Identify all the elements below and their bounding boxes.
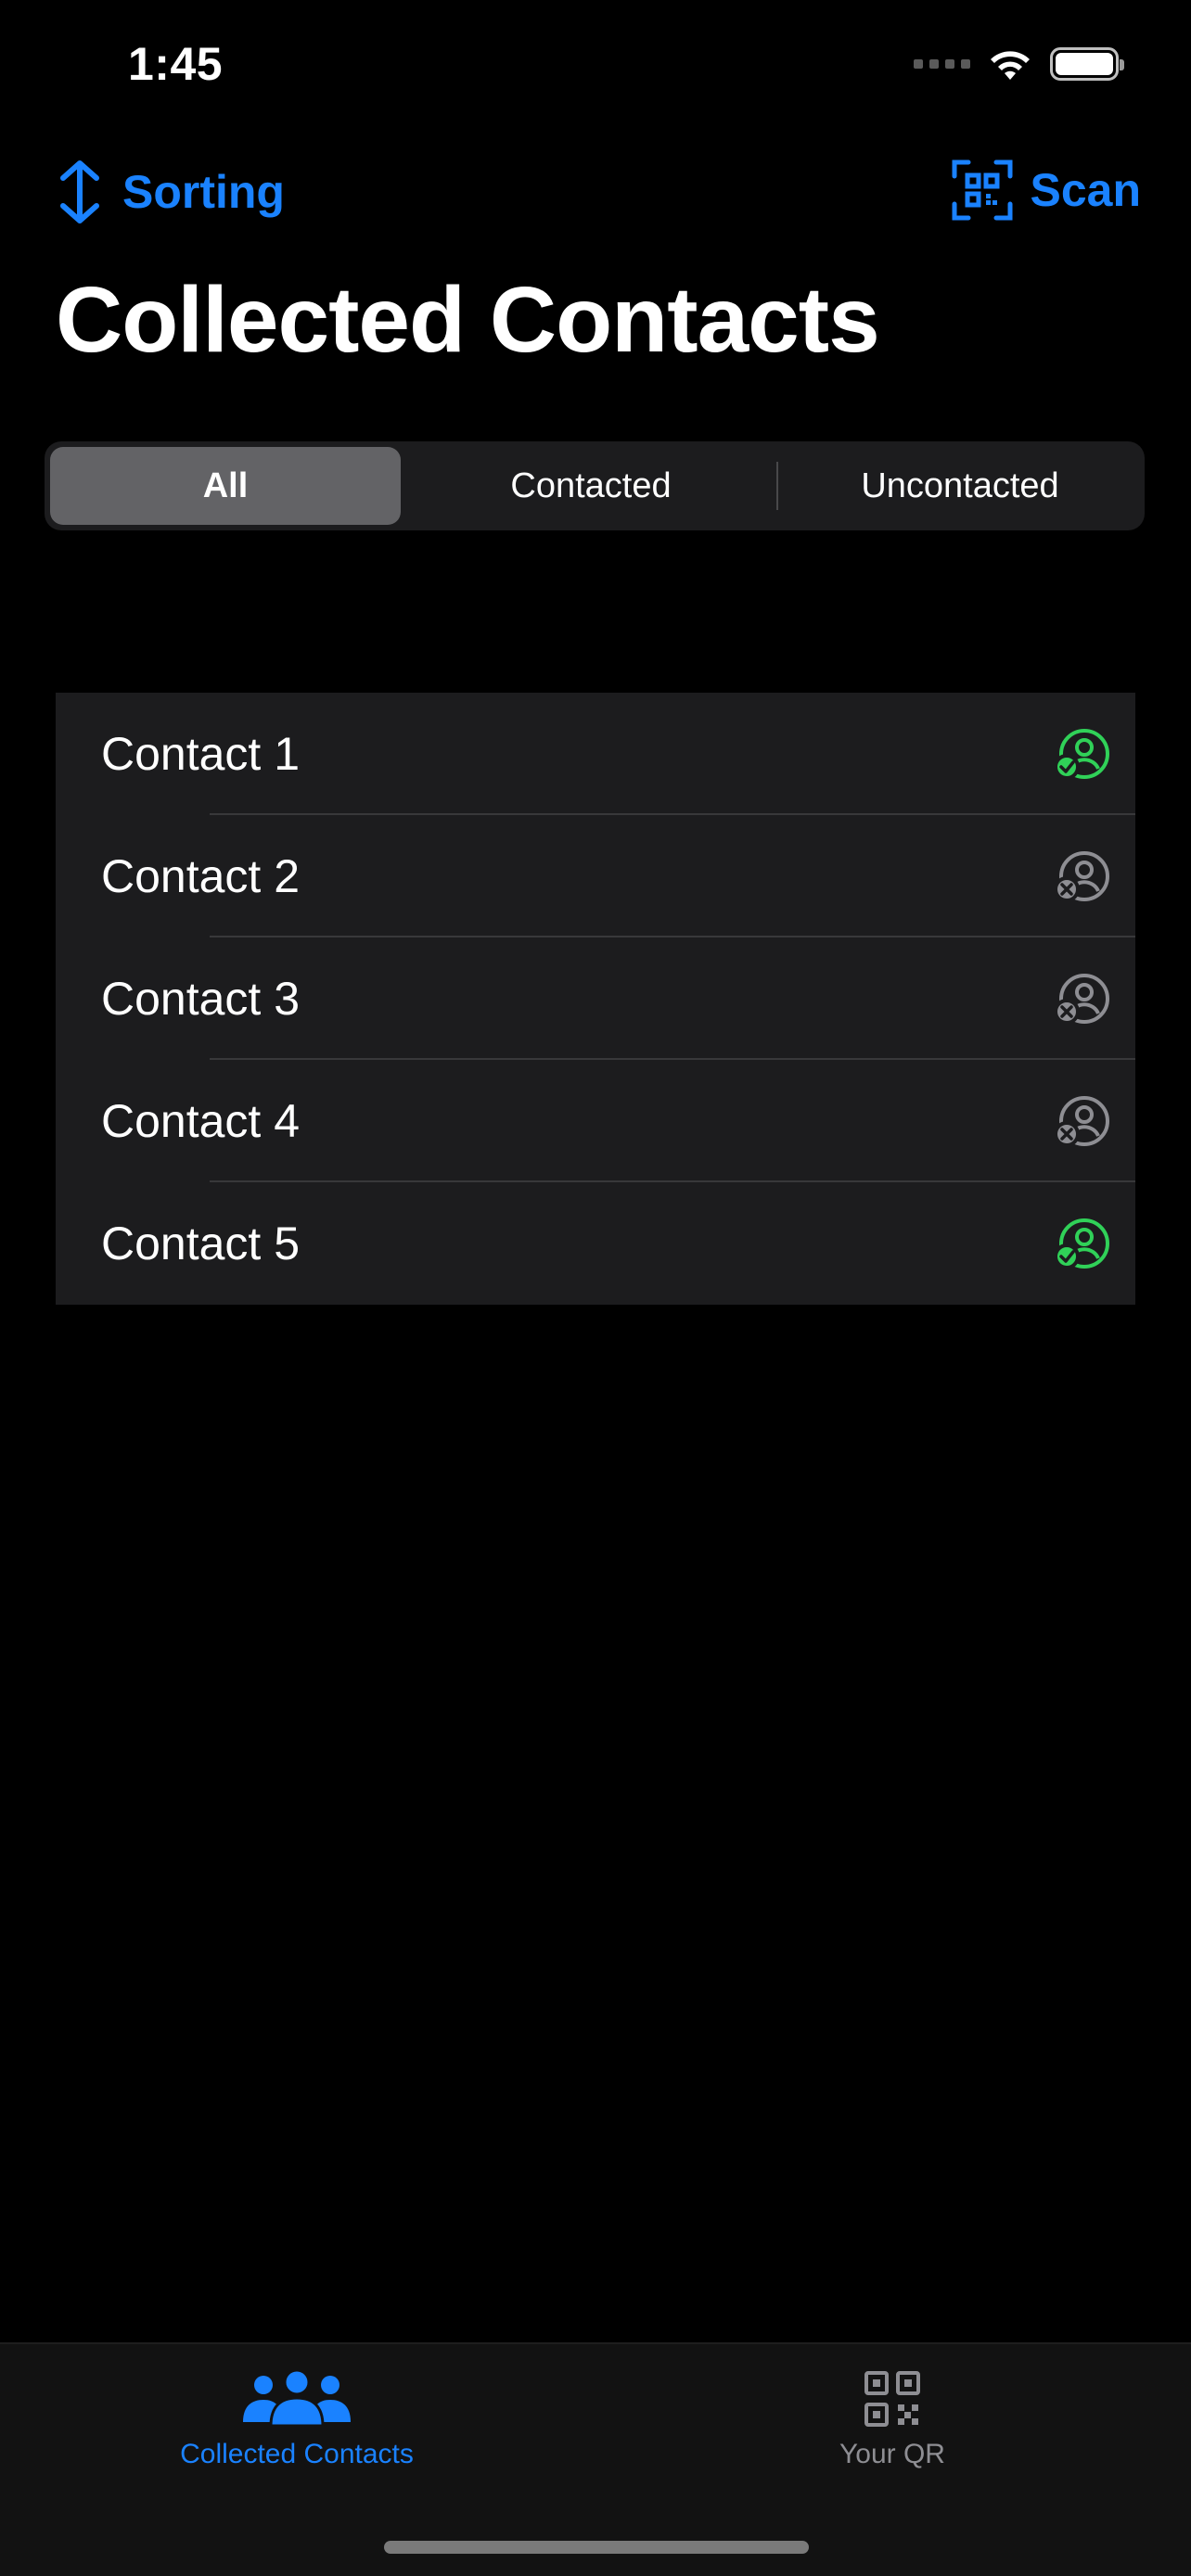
segment-contacted[interactable]: Contacted [401, 447, 781, 525]
tab-collected-contacts[interactable]: Collected Contacts [148, 2370, 445, 2470]
tab-your-qr[interactable]: Your QR [800, 2370, 985, 2470]
home-indicator [384, 2541, 809, 2554]
contact-name: Contact 1 [101, 728, 301, 780]
status-time: 1:45 [128, 38, 224, 90]
status-bar: 1:45 [0, 0, 1191, 130]
battery-icon [1050, 47, 1124, 81]
uncontacted-x-icon [1054, 974, 1109, 1025]
contact-name: Contact 3 [101, 973, 301, 1025]
navigation-bar: Sorting Scan [0, 148, 1191, 241]
contacted-check-icon [1054, 729, 1109, 780]
contact-row[interactable]: Contact 3 [56, 937, 1135, 1060]
uncontacted-x-icon [1054, 1096, 1109, 1147]
qr-scan-icon [952, 159, 1013, 221]
sorting-button[interactable]: Sorting [54, 159, 285, 224]
wifi-icon [991, 51, 1030, 80]
sorting-label: Sorting [122, 166, 285, 218]
contact-name: Contact 5 [101, 1218, 301, 1269]
contacted-check-icon [1054, 1218, 1109, 1269]
contact-row[interactable]: Contact 2 [56, 815, 1135, 937]
tab-label: Your QR [839, 2439, 945, 2469]
filter-segmented-control: All Contacted Uncontacted [45, 441, 1145, 530]
segment-uncontacted[interactable]: Uncontacted [781, 447, 1139, 525]
contact-name: Contact 4 [101, 1095, 301, 1147]
scan-label: Scan [1030, 164, 1141, 216]
contact-list: Contact 1 Contact 2 Contact 3 Contact 4 [56, 693, 1135, 1305]
people-icon [243, 2370, 351, 2428]
qr-code-icon [864, 2371, 920, 2427]
tab-label: Collected Contacts [180, 2439, 414, 2469]
contact-row[interactable]: Contact 4 [56, 1060, 1135, 1182]
contact-row[interactable]: Contact 5 [56, 1182, 1135, 1305]
signal-dots-icon [914, 59, 970, 69]
segment-divider [776, 462, 778, 510]
contact-name: Contact 2 [101, 850, 301, 902]
scan-button[interactable]: Scan [952, 159, 1141, 221]
page-title: Collected Contacts [56, 268, 880, 372]
status-icons [914, 46, 1124, 82]
contact-row[interactable]: Contact 1 [56, 693, 1135, 815]
segment-all[interactable]: All [50, 447, 401, 525]
up-down-arrow-icon [60, 160, 99, 223]
uncontacted-x-icon [1054, 851, 1109, 902]
